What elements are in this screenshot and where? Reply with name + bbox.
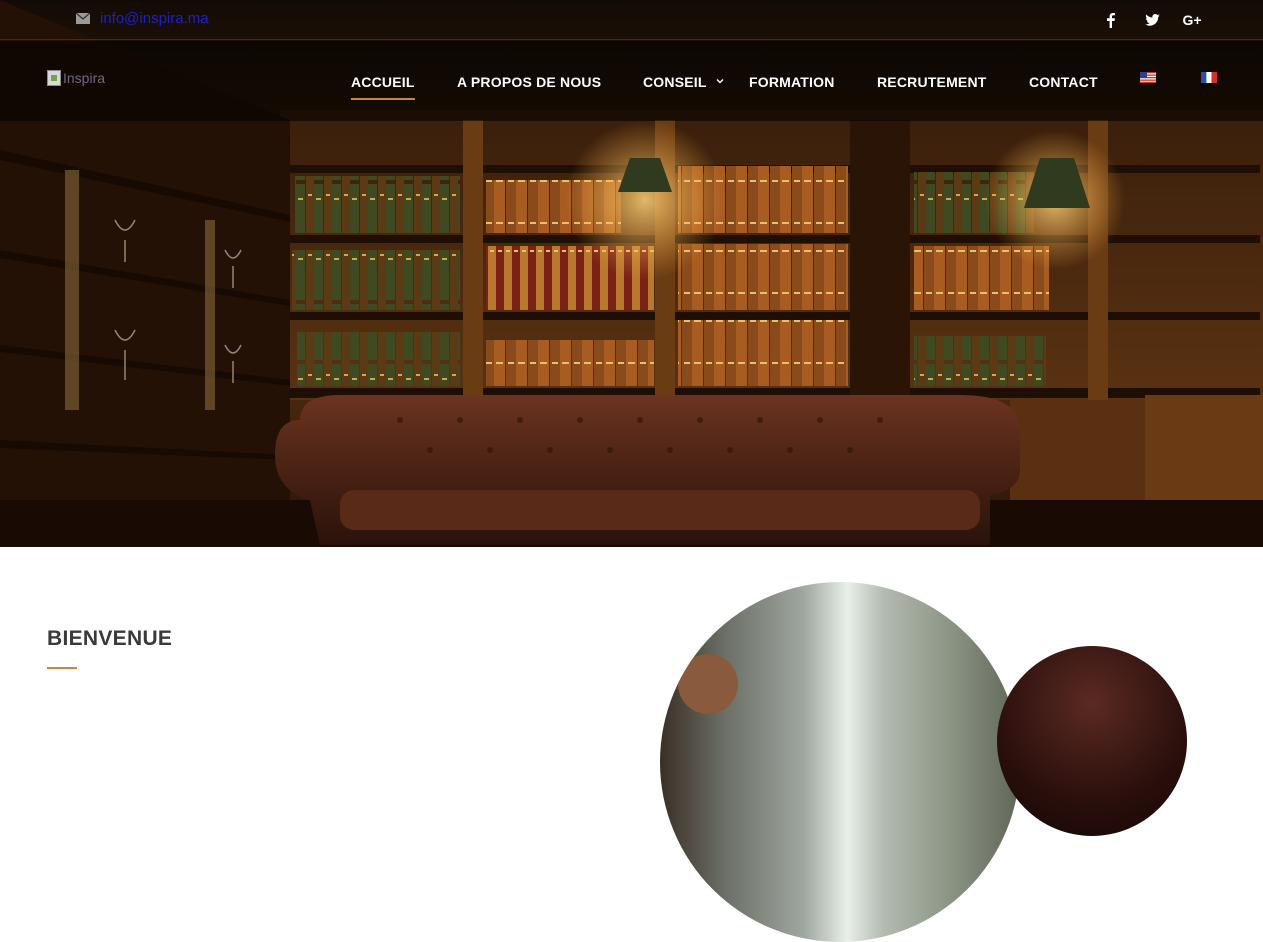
- top-bar: info@inspira.ma G+: [0, 0, 1263, 40]
- logo-alt-text: Inspira: [63, 70, 106, 86]
- nav-item-conseil[interactable]: CONSEIL: [643, 74, 707, 90]
- broken-image-icon: [47, 70, 61, 86]
- twitter-icon[interactable]: [1144, 11, 1160, 29]
- heading-underline: [47, 667, 77, 669]
- email-link[interactable]: info@inspira.ma: [100, 10, 209, 27]
- hero-banner: info@inspira.ma G+ Inspira ACCUEIL A PRO…: [0, 0, 1263, 547]
- flag-fr-icon[interactable]: [1201, 72, 1217, 83]
- nav-item-a-propos[interactable]: A PROPOS DE NOUS: [457, 74, 601, 90]
- nav-item-contact[interactable]: CONTACT: [1029, 74, 1098, 90]
- envelope-icon: [76, 13, 90, 24]
- main-navigation: Inspira ACCUEIL A PROPOS DE NOUS CONSEIL…: [0, 41, 1263, 121]
- facebook-icon[interactable]: [1105, 11, 1117, 29]
- welcome-heading: BIENVENUE: [47, 627, 173, 650]
- nav-item-recrutement[interactable]: RECRUTEMENT: [877, 74, 987, 90]
- person-photo: [678, 654, 738, 714]
- nav-item-accueil[interactable]: ACCUEIL: [351, 74, 415, 100]
- flag-us-icon[interactable]: [1140, 72, 1156, 83]
- site-logo[interactable]: Inspira: [47, 70, 105, 86]
- nav-item-formation[interactable]: FORMATION: [749, 74, 835, 90]
- circular-photo-small: [997, 646, 1187, 836]
- google-plus-icon[interactable]: G+: [1181, 11, 1203, 29]
- circular-photo-large: [660, 582, 1020, 942]
- email-contact[interactable]: info@inspira.ma: [76, 10, 209, 27]
- chevron-down-icon[interactable]: [716, 77, 724, 85]
